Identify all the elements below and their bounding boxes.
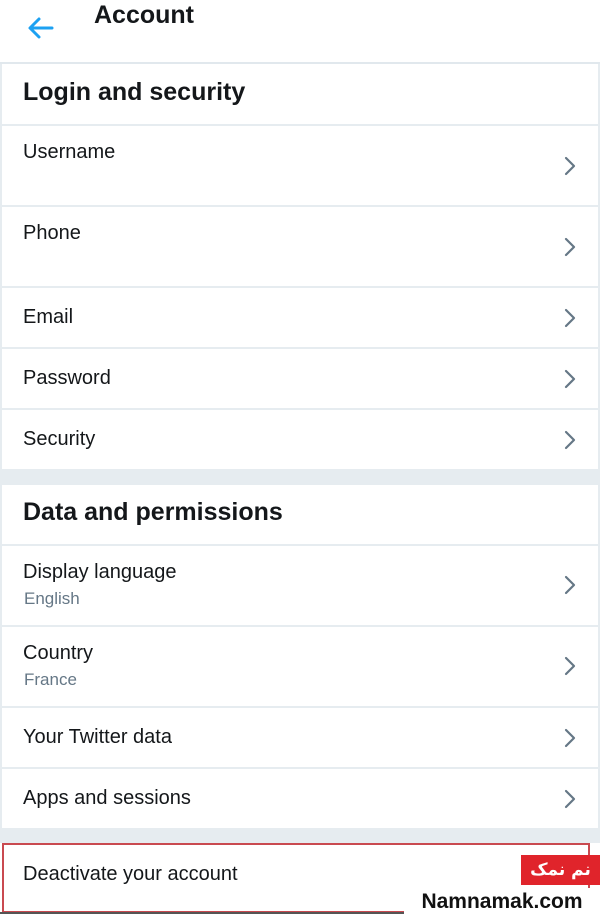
settings-row-apps-sessions[interactable]: Apps and sessions — [0, 769, 600, 830]
row-label: Phone — [23, 222, 81, 244]
row-label: Apps and sessions — [23, 787, 191, 809]
section-header-data-permissions: Data and permissions — [0, 485, 600, 546]
back-button[interactable] — [24, 12, 58, 42]
watermark-logo-badge: نم نمک — [521, 855, 600, 885]
watermark-site-name: Namnamak.com — [404, 888, 600, 917]
section-header-login-security: Login and security — [0, 64, 600, 126]
chevron-right-icon — [564, 308, 576, 328]
section-title: Login and security — [23, 78, 246, 106]
row-label: Password — [23, 367, 111, 389]
settings-row-username[interactable]: Username — [0, 126, 600, 207]
row-label: Display language — [23, 561, 177, 583]
settings-row-your-twitter-data[interactable]: Your Twitter data — [0, 708, 600, 769]
row-label: Country — [23, 642, 94, 664]
settings-row-security[interactable]: Security — [0, 410, 600, 471]
section-divider — [0, 830, 600, 843]
arrow-left-icon — [28, 17, 54, 39]
chevron-right-icon — [564, 156, 576, 176]
top-app-bar: Account — [0, 0, 600, 64]
row-label: Security — [23, 428, 96, 450]
page-title: Account — [94, 1, 194, 29]
chevron-right-icon — [564, 575, 576, 595]
chevron-right-icon — [564, 728, 576, 748]
settings-row-country[interactable]: Country France — [0, 627, 600, 708]
chevron-right-icon — [564, 237, 576, 257]
row-value: France — [24, 670, 77, 689]
chevron-right-icon — [564, 656, 576, 676]
row-value: English — [24, 589, 80, 608]
chevron-right-icon — [564, 430, 576, 450]
row-label: Deactivate your account — [23, 863, 238, 885]
settings-row-display-language[interactable]: Display language English — [0, 546, 600, 627]
settings-row-phone[interactable]: Phone — [0, 207, 600, 288]
watermark-underline — [0, 912, 404, 914]
section-title: Data and permissions — [23, 498, 283, 526]
row-label: Your Twitter data — [23, 726, 172, 748]
row-label: Email — [23, 306, 74, 328]
settings-row-password[interactable]: Password — [0, 349, 600, 410]
row-label: Username — [23, 141, 116, 163]
chevron-right-icon — [564, 789, 576, 809]
settings-row-email[interactable]: Email — [0, 288, 600, 349]
section-divider — [0, 471, 600, 485]
chevron-right-icon — [564, 369, 576, 389]
